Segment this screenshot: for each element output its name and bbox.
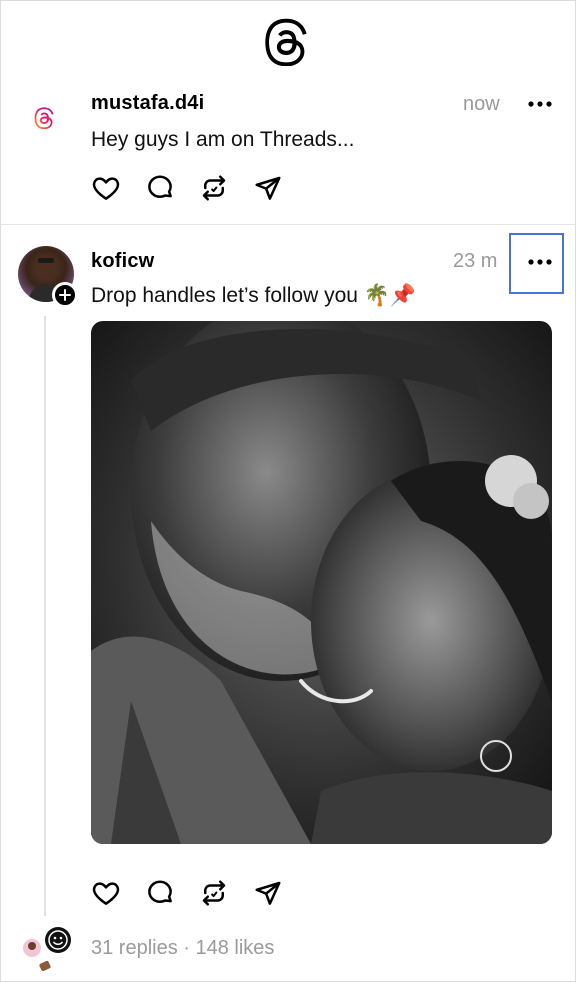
comment-icon[interactable]: [145, 877, 199, 909]
post-actions: [91, 172, 307, 204]
reply-avatars[interactable]: [18, 926, 78, 974]
more-horizontal-icon[interactable]: [526, 90, 554, 118]
post-actions: [91, 877, 307, 909]
thread-line: [44, 316, 46, 916]
post-stats[interactable]: 31 replies · 148 likes: [91, 937, 274, 960]
post-username[interactable]: mustafa.d4i: [91, 92, 204, 115]
post-image[interactable]: [91, 321, 552, 844]
heart-icon[interactable]: [91, 172, 145, 204]
post-timestamp: now: [463, 93, 500, 115]
post-text: Drop handles let’s follow you 🌴📌: [91, 284, 417, 307]
post-username[interactable]: koficw: [91, 250, 154, 273]
send-icon[interactable]: [253, 172, 307, 204]
more-horizontal-icon[interactable]: [526, 248, 554, 276]
threads-logo-icon[interactable]: [264, 18, 312, 67]
post-timestamp: 23 m: [453, 250, 498, 272]
post-text: Hey guys I am on Threads...: [91, 128, 355, 151]
post-divider: [0, 224, 576, 225]
repost-icon[interactable]: [199, 877, 253, 909]
send-icon[interactable]: [253, 877, 307, 909]
comment-icon[interactable]: [145, 172, 199, 204]
threads-avatar-icon[interactable]: [34, 107, 56, 130]
follow-plus-icon[interactable]: [52, 282, 78, 308]
repost-icon[interactable]: [199, 172, 253, 204]
heart-icon[interactable]: [91, 877, 145, 909]
